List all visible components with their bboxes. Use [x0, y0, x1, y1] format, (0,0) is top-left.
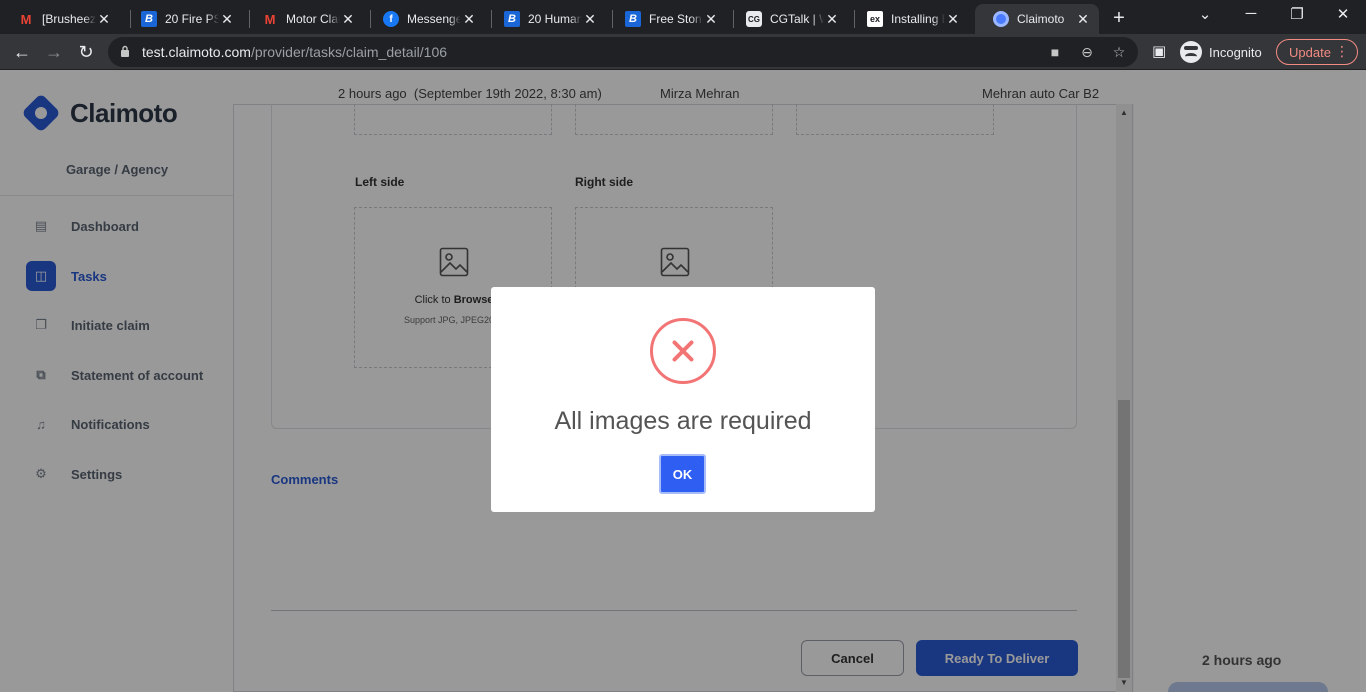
new-tab-button[interactable]: +: [1108, 7, 1130, 30]
ok-button[interactable]: OK: [659, 454, 706, 494]
close-icon[interactable]: ✕: [945, 11, 961, 27]
tab-title: CGTalk | W: [770, 12, 824, 26]
update-label: Update: [1289, 44, 1331, 60]
window-close-icon[interactable]: ✕: [1333, 5, 1353, 23]
close-icon[interactable]: ✕: [582, 11, 598, 27]
browser-tab-strip: M [Brusheezy ✕ B 20 Fire PS ✕ M Motor Cl…: [0, 0, 1366, 34]
browser-tab[interactable]: CG CGTalk | W ✕: [728, 4, 848, 34]
zoom-icon[interactable]: ⊖: [1077, 43, 1097, 61]
incognito-icon: [1180, 41, 1202, 63]
browser-tab[interactable]: B 20 Human ✕: [486, 4, 606, 34]
tab-title: 20 Fire PS: [165, 12, 219, 26]
tab-title: Motor Clai: [286, 12, 340, 26]
error-x-icon: [650, 318, 716, 384]
minimize-icon[interactable]: ─: [1241, 5, 1261, 22]
ex-icon: ex: [867, 11, 883, 27]
browser-toolbar: ← → ↻ test.claimoto.com/provider/tasks/c…: [0, 34, 1366, 70]
tab-title: Free Stone: [649, 12, 703, 26]
alert-title: All images are required: [554, 407, 812, 435]
side-panel-icon[interactable]: ▣: [1152, 42, 1166, 60]
bookmark-star-icon[interactable]: ☆: [1109, 43, 1129, 61]
b-icon: B: [141, 11, 157, 27]
tab-title: Messenger: [407, 12, 461, 26]
close-icon[interactable]: ✕: [96, 11, 112, 27]
close-icon[interactable]: ✕: [824, 11, 840, 27]
close-icon[interactable]: ✕: [461, 11, 477, 27]
gmail-icon: M: [20, 11, 32, 27]
browser-tab-active[interactable]: Claimoto ✕: [975, 4, 1099, 34]
browser-tab[interactable]: M Motor Clai ✕: [244, 4, 364, 34]
tab-title: [Brusheezy: [42, 12, 96, 26]
browser-tab[interactable]: B 20 Fire PS ✕: [123, 4, 243, 34]
lock-icon: [121, 45, 129, 57]
browser-tab[interactable]: M [Brusheezy ✕: [0, 4, 120, 34]
error-alert-dialog: All images are required OK: [491, 287, 875, 512]
b-icon: B: [625, 11, 641, 27]
tab-search-icon[interactable]: ⌄: [1195, 5, 1215, 23]
forward-icon[interactable]: →: [42, 40, 66, 64]
back-icon[interactable]: ←: [10, 40, 34, 64]
incognito-label: Incognito: [1209, 44, 1262, 60]
claimoto-icon: [993, 11, 1009, 27]
tab-title: 20 Human: [528, 12, 582, 26]
browser-tab[interactable]: B Free Stone ✕: [607, 4, 727, 34]
gmail-icon: M: [264, 11, 276, 27]
incognito-indicator[interactable]: Incognito: [1180, 41, 1262, 63]
close-icon[interactable]: ✕: [703, 11, 719, 27]
b-icon: B: [504, 11, 520, 27]
update-button[interactable]: Update ⋮: [1276, 39, 1358, 65]
messenger-icon: f: [383, 11, 399, 27]
cgtalk-icon: CG: [746, 11, 762, 27]
close-icon[interactable]: ✕: [1075, 11, 1091, 27]
close-icon[interactable]: ✕: [340, 11, 356, 27]
address-bar[interactable]: test.claimoto.com/provider/tasks/claim_d…: [108, 37, 1138, 67]
restore-icon[interactable]: ❐: [1287, 5, 1307, 23]
tab-title: Claimoto: [1017, 12, 1065, 26]
close-icon[interactable]: ✕: [219, 11, 235, 27]
url-text: test.claimoto.com/provider/tasks/claim_d…: [142, 44, 448, 60]
reload-icon[interactable]: ↻: [74, 40, 98, 64]
browser-tab[interactable]: ex Installing E ✕: [849, 4, 969, 34]
tab-title: Installing E: [891, 12, 945, 26]
browser-tab[interactable]: f Messenger ✕: [365, 4, 485, 34]
menu-dots-icon: ⋮: [1335, 43, 1349, 59]
camera-blocked-icon[interactable]: ■: [1045, 43, 1065, 61]
